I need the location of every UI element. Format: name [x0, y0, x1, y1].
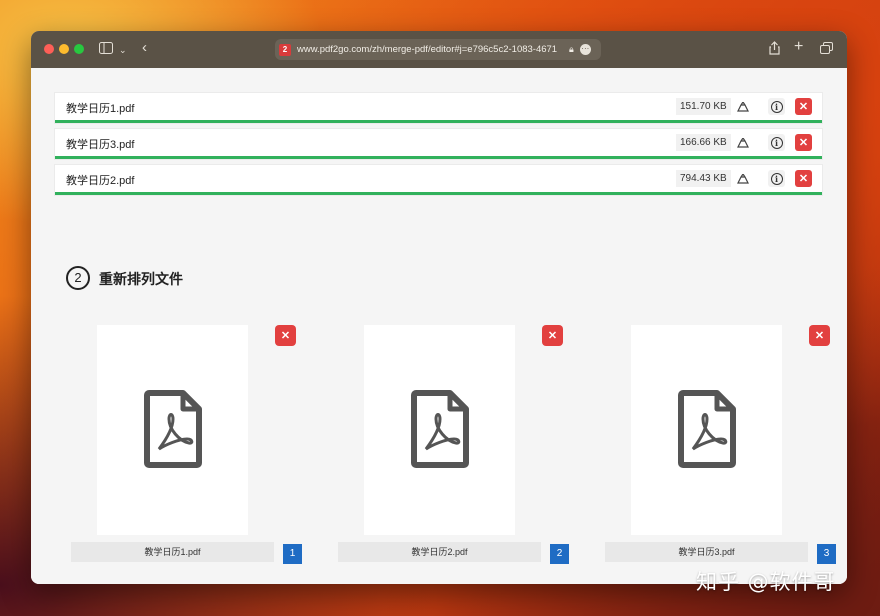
file-card[interactable]: ✕ 教学日历1.pdf 1: [69, 325, 305, 565]
info-icon: i: [770, 136, 783, 149]
pdf-file-icon: [144, 390, 202, 468]
info-button[interactable]: i: [768, 134, 785, 151]
delete-file-button[interactable]: ✕: [795, 170, 812, 187]
file-name: 教学日历1.pdf: [66, 103, 135, 115]
site-favicon-icon: 2: [279, 43, 291, 56]
lock-icon: 🔒︎: [569, 44, 574, 54]
card-file-name: 教学日历1.pdf: [71, 542, 274, 562]
close-window-button[interactable]: [44, 44, 54, 54]
page-content: 教学日历1.pdf 151.70 KB i ✕ 教学日历3.pdf 166.66…: [31, 68, 847, 584]
url-text[interactable]: www.pdf2go.com/zh/merge-pdf/editor#j=e79…: [297, 44, 565, 55]
browser-window: ⌄ ‹ 2 www.pdf2go.com/zh/merge-pdf/editor…: [31, 31, 847, 584]
back-arrow-icon[interactable]: ‹: [142, 40, 147, 55]
zoom-window-button[interactable]: [74, 44, 84, 54]
file-size: 151.70 KB: [676, 98, 731, 115]
cloud-upload-icon[interactable]: [734, 98, 751, 115]
info-icon: i: [770, 172, 783, 185]
file-row: 教学日历2.pdf 794.43 KB i ✕: [55, 165, 822, 195]
info-button[interactable]: i: [768, 170, 785, 187]
delete-card-button[interactable]: ✕: [542, 325, 563, 346]
pdf-file-icon: [411, 390, 469, 468]
share-icon[interactable]: [769, 41, 780, 58]
info-icon: i: [770, 100, 783, 113]
browser-toolbar: ⌄ ‹ 2 www.pdf2go.com/zh/merge-pdf/editor…: [31, 31, 847, 68]
card-file-name: 教学日历3.pdf: [605, 542, 808, 562]
section-title: 重新排列文件: [99, 271, 183, 287]
delete-file-button[interactable]: ✕: [795, 98, 812, 115]
file-size: 794.43 KB: [676, 170, 731, 187]
minimize-window-button[interactable]: [59, 44, 69, 54]
pdf-thumbnail[interactable]: [631, 325, 782, 535]
more-options-icon[interactable]: ···: [579, 44, 591, 55]
cloud-upload-icon[interactable]: [734, 170, 751, 187]
order-badge: 3: [817, 544, 836, 564]
delete-card-button[interactable]: ✕: [809, 325, 830, 346]
pdf-thumbnail[interactable]: [97, 325, 248, 535]
file-size: 166.66 KB: [676, 134, 731, 151]
delete-file-button[interactable]: ✕: [795, 134, 812, 151]
order-badge: 1: [283, 544, 302, 564]
cloud-upload-icon[interactable]: [734, 134, 751, 151]
step-number: 2: [66, 266, 90, 290]
delete-card-button[interactable]: ✕: [275, 325, 296, 346]
file-name: 教学日历2.pdf: [66, 175, 135, 187]
file-card[interactable]: ✕ 教学日历3.pdf 3: [603, 325, 839, 565]
pdf-file-icon: [678, 390, 736, 468]
pdf-thumbnail[interactable]: [364, 325, 515, 535]
info-button[interactable]: i: [768, 98, 785, 115]
chevron-down-icon[interactable]: ⌄: [119, 43, 127, 57]
tab-overview-icon[interactable]: [820, 42, 833, 57]
order-badge: 2: [550, 544, 569, 564]
watermark-text: 知乎 @软件哥: [696, 570, 836, 594]
card-file-name: 教学日历2.pdf: [338, 542, 541, 562]
file-card[interactable]: ✕ 教学日历2.pdf 2: [336, 325, 572, 565]
file-row: 教学日历3.pdf 166.66 KB i ✕: [55, 129, 822, 159]
file-name: 教学日历3.pdf: [66, 139, 135, 151]
new-tab-icon[interactable]: +: [794, 39, 803, 55]
file-row: 教学日历1.pdf 151.70 KB i ✕: [55, 93, 822, 123]
sidebar-toggle-icon[interactable]: [99, 42, 113, 57]
address-bar[interactable]: 2 www.pdf2go.com/zh/merge-pdf/editor#j=e…: [275, 39, 601, 60]
